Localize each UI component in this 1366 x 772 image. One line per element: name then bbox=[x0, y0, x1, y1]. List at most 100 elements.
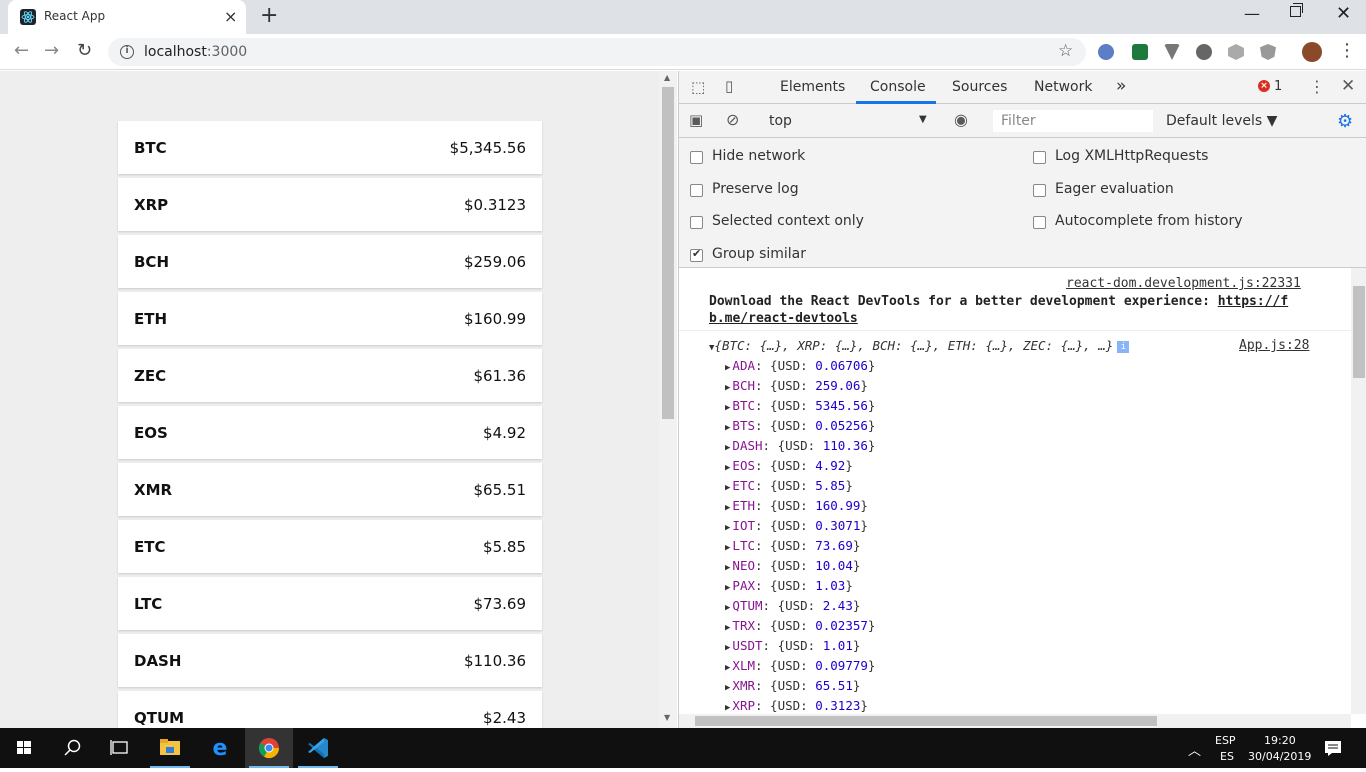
info-badge-icon[interactable]: i bbox=[1117, 340, 1130, 353]
tab-close-icon[interactable]: × bbox=[224, 7, 237, 26]
console-vscroll-thumb[interactable] bbox=[1353, 286, 1365, 378]
object-entry[interactable]: ▶ ADA: {USD: 0.06706} bbox=[725, 358, 875, 378]
option-label[interactable]: Hide network bbox=[712, 148, 805, 164]
react-devtools-link[interactable]: https://f bbox=[1218, 294, 1288, 309]
tab-network[interactable]: Network bbox=[1034, 79, 1092, 95]
expand-triangle-icon[interactable]: ▶ bbox=[725, 363, 730, 373]
notification-center-icon[interactable] bbox=[1310, 728, 1354, 768]
console-hscroll-thumb[interactable] bbox=[695, 716, 1157, 726]
forward-icon[interactable]: → bbox=[44, 40, 59, 61]
expand-triangle-icon[interactable]: ▶ bbox=[725, 583, 730, 593]
error-count[interactable]: 1 bbox=[1274, 79, 1282, 94]
console-horizontal-scrollbar[interactable] bbox=[679, 714, 1351, 728]
object-entry[interactable]: ▶ DASH: {USD: 110.36} bbox=[725, 438, 875, 458]
search-icon[interactable] bbox=[48, 728, 96, 768]
object-entry[interactable]: ▶ USDT: {USD: 1.01} bbox=[725, 638, 860, 658]
expand-triangle-icon[interactable]: ▶ bbox=[725, 643, 730, 653]
option-label[interactable]: Autocomplete from history bbox=[1055, 213, 1243, 229]
expand-triangle-icon[interactable]: ▶ bbox=[725, 523, 730, 533]
expand-triangle-icon[interactable]: ▶ bbox=[725, 383, 730, 393]
expand-triangle-icon[interactable]: ▶ bbox=[725, 623, 730, 633]
checkbox-selected-context-only[interactable] bbox=[690, 216, 703, 229]
checkbox-autocomplete-from-history[interactable] bbox=[1033, 216, 1046, 229]
tray-chevron-up-icon[interactable]: ︿ bbox=[1188, 740, 1201, 759]
console-filter-input[interactable] bbox=[993, 110, 1153, 132]
input-layout[interactable]: ES bbox=[1220, 750, 1234, 763]
scroll-down-icon[interactable]: ▼ bbox=[664, 713, 670, 722]
context-selector[interactable]: top bbox=[769, 113, 792, 129]
expand-triangle-icon[interactable]: ▶ bbox=[725, 663, 730, 673]
context-dropdown-icon[interactable]: ▼ bbox=[919, 114, 927, 125]
console-vertical-scrollbar[interactable] bbox=[1351, 268, 1366, 714]
checkbox-log-xmlhttprequests[interactable] bbox=[1033, 151, 1046, 164]
expand-triangle-icon[interactable]: ▶ bbox=[725, 703, 730, 713]
object-entry[interactable]: ▶ XLM: {USD: 0.09779} bbox=[725, 658, 875, 678]
object-entry[interactable]: ▶ NEO: {USD: 10.04} bbox=[725, 558, 860, 578]
object-entry[interactable]: ▶ PAX: {USD: 1.03} bbox=[725, 578, 853, 598]
restore-icon[interactable] bbox=[1290, 3, 1303, 17]
avatar[interactable] bbox=[1302, 42, 1322, 62]
new-tab-button[interactable]: + bbox=[260, 3, 278, 28]
address-bar[interactable]: i localhost:3000 ☆ bbox=[108, 38, 1086, 66]
expand-triangle-icon[interactable]: ▶ bbox=[725, 543, 730, 553]
object-entry[interactable]: ▶ ETC: {USD: 5.85} bbox=[725, 478, 853, 498]
option-label[interactable]: Log XMLHttpRequests bbox=[1055, 148, 1208, 164]
browser-tab[interactable]: React App × bbox=[8, 0, 246, 34]
page-scrollbar[interactable]: ▲ ▼ bbox=[659, 71, 677, 728]
object-entry[interactable]: ▶ BCH: {USD: 259.06} bbox=[725, 378, 868, 398]
object-entry[interactable]: ▶ XMR: {USD: 65.51} bbox=[725, 678, 860, 698]
window-close-icon[interactable]: ✕ bbox=[1336, 3, 1351, 24]
reload-icon[interactable]: ↻ bbox=[77, 40, 92, 61]
tab-console[interactable]: Console bbox=[870, 79, 926, 95]
extension-icon-4[interactable] bbox=[1196, 44, 1212, 60]
source-link-app[interactable]: App.js:28 bbox=[1239, 338, 1309, 353]
expand-triangle-icon[interactable]: ▶ bbox=[725, 423, 730, 433]
device-toolbar-icon[interactable]: ▯ bbox=[725, 77, 733, 95]
checkbox-preserve-log[interactable] bbox=[690, 183, 703, 197]
menu-icon[interactable]: ⋮ bbox=[1338, 40, 1356, 61]
option-label[interactable]: Selected context only bbox=[712, 213, 864, 229]
devtools-menu-icon[interactable]: ⋮ bbox=[1309, 77, 1325, 96]
chrome-taskbar-icon[interactable] bbox=[245, 728, 293, 768]
expand-triangle-icon[interactable]: ▶ bbox=[725, 683, 730, 693]
windows-start-icon[interactable] bbox=[0, 728, 48, 768]
expand-triangle-icon[interactable]: ▶ bbox=[725, 403, 730, 413]
log-levels-dropdown[interactable]: Default levels ▼ bbox=[1166, 113, 1277, 129]
expand-triangle-icon[interactable]: ▶ bbox=[725, 563, 730, 573]
file-explorer-icon[interactable] bbox=[146, 728, 194, 768]
clock-time[interactable]: 19:20 bbox=[1264, 734, 1296, 747]
scroll-up-icon[interactable]: ▲ bbox=[664, 73, 670, 82]
input-language[interactable]: ESP bbox=[1215, 734, 1236, 747]
expand-triangle-icon[interactable]: ▶ bbox=[725, 603, 730, 613]
settings-gear-icon[interactable]: ⚙ bbox=[1337, 111, 1353, 132]
minimize-icon[interactable]: — bbox=[1244, 4, 1260, 23]
option-label[interactable]: Eager evaluation bbox=[1055, 181, 1174, 197]
error-icon[interactable]: × bbox=[1258, 80, 1270, 92]
logged-object[interactable]: ▼{BTC: {…}, XRP: {…}, BCH: {…}, ETH: {…}… bbox=[709, 338, 1130, 353]
object-entry[interactable]: ▶ BTS: {USD: 0.05256} bbox=[725, 418, 875, 438]
checkbox-group-similar[interactable] bbox=[690, 247, 703, 262]
react-devtools-link-cont[interactable]: b.me/react-devtools bbox=[709, 311, 858, 326]
extension-icon-2[interactable] bbox=[1132, 44, 1148, 60]
task-view-icon[interactable] bbox=[96, 728, 144, 768]
page-scroll-thumb[interactable] bbox=[662, 87, 674, 419]
checkbox-eager-evaluation[interactable] bbox=[1033, 183, 1046, 197]
inspect-element-icon[interactable]: ⬚ bbox=[691, 78, 705, 96]
extension-icon-1[interactable] bbox=[1098, 44, 1114, 60]
tab-elements[interactable]: Elements bbox=[780, 79, 845, 95]
object-entry[interactable]: ▶ IOT: {USD: 0.3071} bbox=[725, 518, 868, 538]
expand-triangle-icon[interactable]: ▶ bbox=[725, 503, 730, 513]
tab-sources[interactable]: Sources bbox=[952, 79, 1007, 95]
source-link-react-dom[interactable]: react-dom.development.js:22331 bbox=[1066, 276, 1301, 291]
sidebar-toggle-icon[interactable]: ▣ bbox=[689, 111, 703, 129]
more-tabs-icon[interactable]: » bbox=[1116, 76, 1126, 96]
extension-icon-6[interactable] bbox=[1260, 44, 1276, 60]
checkbox-hide-network[interactable] bbox=[690, 151, 703, 164]
object-entry[interactable]: ▶ EOS: {USD: 4.92} bbox=[725, 458, 853, 478]
bookmark-star-icon[interactable]: ☆ bbox=[1058, 41, 1073, 61]
expand-triangle-icon[interactable]: ▶ bbox=[725, 463, 730, 473]
option-label[interactable]: Group similar bbox=[712, 246, 806, 262]
object-entry[interactable]: ▶ QTUM: {USD: 2.43} bbox=[725, 598, 860, 618]
clock-date[interactable]: 30/04/2019 bbox=[1248, 750, 1311, 763]
object-entry[interactable]: ▶ TRX: {USD: 0.02357} bbox=[725, 618, 875, 638]
